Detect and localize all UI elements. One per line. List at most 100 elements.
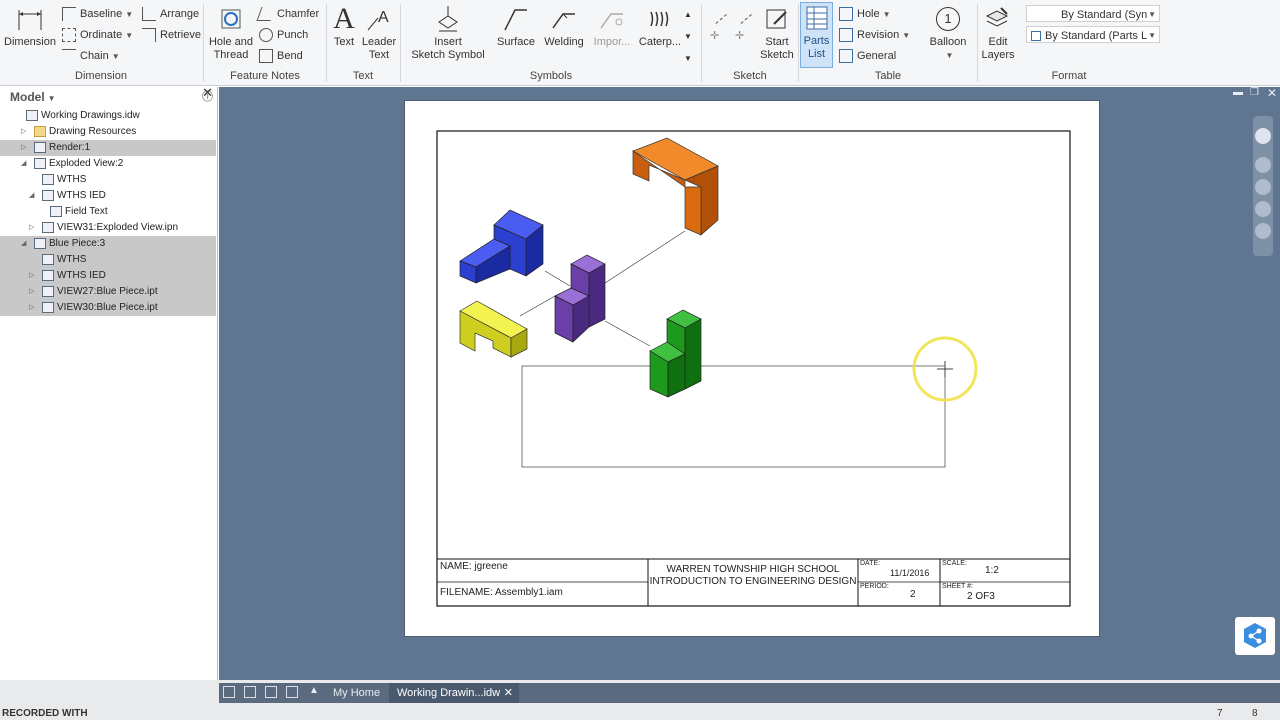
dimension-icon xyxy=(18,10,42,30)
expand-arrow-icon[interactable]: ◢ xyxy=(29,188,34,204)
hole-table-button[interactable]: Hole ▼ xyxy=(839,5,891,23)
close-tab-icon[interactable]: ✕ xyxy=(504,683,513,703)
pan-icon[interactable] xyxy=(1255,157,1271,173)
import-button[interactable]: Impor... xyxy=(590,4,634,49)
tree-item[interactable]: ◢ WTHS IED xyxy=(0,188,216,204)
tree-item[interactable]: ▷ VIEW30:Blue Piece.ipt xyxy=(0,300,216,316)
trail-line xyxy=(519,295,556,317)
browser-title[interactable]: Model xyxy=(10,90,45,104)
tree-item[interactable]: ◢ Blue Piece:3 xyxy=(0,236,216,252)
selection-box xyxy=(521,365,946,468)
restore-icon[interactable]: ❐ xyxy=(1250,87,1259,98)
drawing-sheet[interactable]: NAME: jgreene FILENAME: Assembly1.iam WA… xyxy=(404,100,1100,637)
expand-arrow-icon[interactable]: ▷ xyxy=(21,140,26,156)
start-sketch-button[interactable]: Start Sketch xyxy=(760,4,794,62)
expand-arrow-icon[interactable]: ▷ xyxy=(21,124,26,140)
zoom-icon[interactable] xyxy=(1255,179,1271,195)
tree-item[interactable]: WTHS xyxy=(0,252,216,268)
tree-item[interactable]: ▷ VIEW27:Blue Piece.ipt xyxy=(0,284,216,300)
sketch-line-icon[interactable] xyxy=(707,4,728,24)
surface-button[interactable]: Surface xyxy=(496,4,536,49)
text-button[interactable]: A Text xyxy=(330,4,358,49)
sketch-point-icon[interactable]: ✛ xyxy=(710,27,719,45)
status-num-2: 8 xyxy=(1252,708,1258,719)
minimize-icon[interactable]: ▬ xyxy=(1233,87,1243,98)
tree-item[interactable]: ▷ Drawing Resources xyxy=(0,124,216,140)
close-icon[interactable]: ✕ xyxy=(202,85,213,101)
sketch-construction-icon[interactable] xyxy=(732,4,753,24)
expand-arrow-icon[interactable]: ▷ xyxy=(29,220,34,236)
welding-icon xyxy=(552,13,575,29)
yellow-part[interactable] xyxy=(459,300,528,358)
baseline-button[interactable]: Baseline ▼ xyxy=(62,5,133,23)
tree-item[interactable]: ▷ WTHS IED xyxy=(0,268,216,284)
green-part[interactable] xyxy=(649,309,702,398)
tree-item[interactable]: ▷ Render:1 xyxy=(0,140,216,156)
tab-working-drawings[interactable]: Working Drawin...idw ✕ xyxy=(389,683,519,703)
tile-icon[interactable] xyxy=(244,686,256,698)
general-table-button[interactable]: General xyxy=(839,47,896,65)
revision-table-button[interactable]: Revision ▼ xyxy=(839,26,910,44)
scroll-up-icon[interactable]: ▲ xyxy=(684,6,692,24)
balloon-button[interactable]: 1 Balloon ▼ xyxy=(926,4,970,62)
hole-and-thread-button[interactable]: Hole and Thread xyxy=(206,4,256,62)
tab-menu-icon[interactable]: ▲ xyxy=(309,685,319,696)
tile-horizontal-icon[interactable] xyxy=(265,686,277,698)
tb-sheet-value: 2 OF3 xyxy=(967,591,995,602)
text-label: Text xyxy=(333,36,355,48)
orbit-icon[interactable] xyxy=(1255,201,1271,217)
tab-my-home[interactable]: My Home xyxy=(325,683,388,703)
punch-button[interactable]: Punch xyxy=(259,26,308,44)
tile-vertical-icon[interactable] xyxy=(286,686,298,698)
style-select-2[interactable]: By Standard (Parts L ▼ xyxy=(1026,26,1160,43)
chamfer-button[interactable]: Chamfer xyxy=(256,5,319,23)
look-at-icon[interactable] xyxy=(1255,223,1271,239)
tree-item[interactable]: Working Drawings.idw xyxy=(0,108,216,124)
cascade-icon[interactable] xyxy=(223,686,235,698)
retrieve-button[interactable]: Retrieve xyxy=(142,26,201,44)
chain-button[interactable]: Chain ▼ xyxy=(62,47,120,65)
caterpillar-button[interactable]: Caterp... xyxy=(638,4,682,49)
leader-text-button[interactable]: A Leader Text xyxy=(361,4,397,62)
expand-gallery-icon[interactable]: ▼ xyxy=(684,50,692,68)
tree-item[interactable]: ◢ Exploded View:2 xyxy=(0,156,216,172)
import-icon xyxy=(600,13,623,29)
blue-part[interactable] xyxy=(459,209,544,284)
expand-arrow-icon[interactable]: ▷ xyxy=(29,300,34,316)
tree-item[interactable]: ▷ VIEW31:Exploded View.ipn xyxy=(0,220,216,236)
edit-layers-button[interactable]: Edit Layers xyxy=(980,4,1016,62)
drawing-canvas[interactable]: NAME: jgreene FILENAME: Assembly1.iam WA… xyxy=(219,86,1280,680)
tree-item-label: Working Drawings.idw xyxy=(41,110,140,121)
bend-button[interactable]: Bend xyxy=(259,47,303,65)
expand-arrow-icon[interactable]: ▷ xyxy=(29,268,34,284)
share-button[interactable] xyxy=(1235,617,1275,655)
tree-item[interactable]: Field Text xyxy=(0,204,216,220)
insert-sketch-symbol-button[interactable]: Insert Sketch Symbol xyxy=(406,4,490,62)
edit-layers-icon xyxy=(985,7,1009,27)
purple-part[interactable] xyxy=(554,254,606,343)
tree-item-label: WTHS xyxy=(57,174,87,185)
chevron-down-icon: ▼ xyxy=(882,10,891,19)
group-table-label: Table xyxy=(874,70,902,82)
tree-item[interactable]: WTHS xyxy=(0,172,216,188)
edit-layers-label-1: Edit xyxy=(988,36,1008,48)
steering-wheel-icon[interactable] xyxy=(1255,128,1271,144)
sketch-symbol-icon xyxy=(438,6,458,32)
style-select-1[interactable]: By Standard (Syn ▼ xyxy=(1026,5,1160,22)
scroll-down-icon[interactable]: ▼ xyxy=(684,28,692,46)
expand-arrow-icon[interactable]: ▷ xyxy=(29,284,34,300)
close-window-icon[interactable]: ✕ xyxy=(1267,86,1277,100)
tree-item-label: Blue Piece:3 xyxy=(49,238,106,249)
status-left-text: RECORDED WITH xyxy=(2,708,88,719)
caterpillar-label: Caterp... xyxy=(638,36,682,48)
expand-arrow-icon[interactable]: ◢ xyxy=(21,236,26,252)
orange-part[interactable] xyxy=(632,137,719,236)
ordinate-button[interactable]: Ordinate ▼ xyxy=(62,26,133,44)
parts-list-button[interactable]: Parts List xyxy=(800,2,833,68)
expand-arrow-icon[interactable]: ◢ xyxy=(21,156,26,172)
welding-button[interactable]: Welding xyxy=(542,4,586,49)
chevron-down-icon[interactable]: ▼ xyxy=(48,94,56,103)
dimension-button[interactable]: Dimension xyxy=(4,4,56,49)
arrange-button[interactable]: Arrange xyxy=(142,5,199,23)
sketch-center-icon[interactable]: ✛ xyxy=(735,27,744,45)
